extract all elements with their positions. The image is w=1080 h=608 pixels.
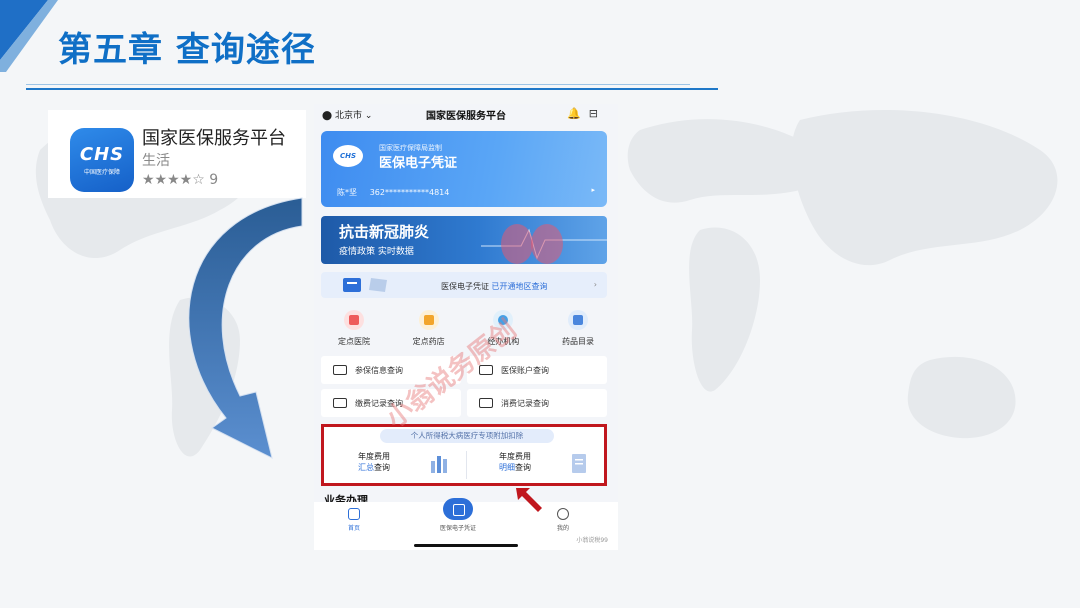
quick-link-label: 药品目录 xyxy=(561,337,594,346)
covid-banner[interactable]: 抗击新冠肺炎 疫情政策 实时数据 xyxy=(321,216,607,264)
home-icon xyxy=(348,508,360,520)
quick-link-hospital[interactable]: 定点医院 xyxy=(321,310,387,350)
card-holder-name: 陈*坚 xyxy=(337,188,357,197)
tax-item-rest: 查询 xyxy=(515,463,531,472)
quick-link-label: 定点药店 xyxy=(412,337,445,346)
red-pointer-arrow xyxy=(516,488,542,512)
tax-item-line2: 明细查询 xyxy=(499,462,531,473)
app-rating: ★★★★☆ 9 xyxy=(142,172,219,188)
notice-prefix: 医保电子凭证 xyxy=(441,282,489,291)
detail-document-icon xyxy=(572,454,586,473)
tab-label: 首页 xyxy=(348,525,361,532)
home-indicator xyxy=(414,544,518,547)
card-play-icon: ▸ xyxy=(591,186,595,194)
summary-chart-icon xyxy=(431,456,447,473)
app-icon-logo: CHS xyxy=(79,144,125,165)
annual-detail-query[interactable]: 年度费用 明细查询 xyxy=(499,451,531,473)
chevron-right-icon: › xyxy=(593,280,597,289)
tax-deduction-tag: 个人所得税大病医疗专项附加扣除 xyxy=(380,429,554,443)
card-holder: 陈*坚 362***********4814 xyxy=(337,187,449,198)
tab-label: 我的 xyxy=(557,525,570,532)
qr-code-icon xyxy=(443,498,473,520)
tax-item-line1: 年度费用 xyxy=(358,452,390,461)
phone-screenshot: ⬤ 北京市 ⌄ 国家医保服务平台 🔔⊟ CHS 国家医疗保障局监制 医保电子凭证… xyxy=(314,104,618,550)
tab-mine[interactable]: 我的 xyxy=(557,508,569,532)
phone-header: ⬤ 北京市 ⌄ 国家医保服务平台 🔔⊟ xyxy=(314,104,618,126)
pharmacy-icon xyxy=(418,310,439,330)
service-label: 消费记录查询 xyxy=(501,398,549,408)
card-number: 362***********4814 xyxy=(369,188,450,197)
tax-divider xyxy=(466,451,467,479)
tab-home[interactable]: 首页 xyxy=(348,508,360,532)
hospital-icon xyxy=(344,310,364,330)
tax-item-line1: 年度费用 xyxy=(499,452,531,461)
app-store-card: CHS 中国医疗保障 国家医保服务平台 生活 ★★★★☆ 9 xyxy=(48,110,306,198)
user-icon xyxy=(557,508,569,520)
drug-list-icon xyxy=(567,310,588,330)
service-label: 医保账户查询 xyxy=(501,365,549,375)
title-underline-light xyxy=(26,84,690,85)
tax-item-line2: 汇总查询 xyxy=(358,462,390,473)
app-name: 国家医保服务平台 xyxy=(142,128,286,149)
annual-summary-query[interactable]: 年度费用 汇总查询 xyxy=(358,451,390,473)
tax-item-highlight: 明细 xyxy=(499,463,515,472)
quick-link-drug-list[interactable]: 药品目录 xyxy=(545,310,611,350)
notice-bar[interactable]: 医保电子凭证 已开通地区查询 › xyxy=(321,272,607,298)
quick-link-label: 定点医院 xyxy=(338,337,370,346)
chs-app-icon: CHS 中国医疗保障 xyxy=(70,128,134,192)
banner-title: 抗击新冠肺炎 xyxy=(339,223,430,241)
insurance-card[interactable]: CHS 国家医疗保障局监制 医保电子凭证 陈*坚 362***********4… xyxy=(321,131,607,207)
app-category: 生活 xyxy=(142,153,170,169)
corner-decoration xyxy=(0,0,58,72)
quick-link-pharmacy[interactable]: 定点药店 xyxy=(396,310,462,350)
notice-link[interactable]: 已开通地区查询 xyxy=(492,282,548,291)
id-card-icon xyxy=(333,365,347,375)
bell-icon[interactable]: 🔔 xyxy=(567,107,589,120)
card-name: 医保电子凭证 xyxy=(379,156,458,171)
app-icon-subtitle: 中国医疗保障 xyxy=(83,169,120,176)
tax-item-highlight: 汇总 xyxy=(358,463,374,472)
slide-title: 第五章 查询途径 xyxy=(58,30,316,70)
card-illustration-icon xyxy=(343,278,387,292)
tab-e-voucher[interactable]: 医保电子凭证 xyxy=(440,498,477,532)
lungs-illustration xyxy=(481,224,607,264)
bottom-tab-bar: 首页 医保电子凭证 我的 xyxy=(314,498,618,550)
notice-text: 医保电子凭证 已开通地区查询 xyxy=(441,281,548,292)
service-spending-records[interactable]: 消费记录查询 xyxy=(467,389,607,417)
tax-deduction-section: 个人所得税大病医疗专项附加扣除 年度费用 汇总查询 年度费用 明细查询 xyxy=(321,424,607,486)
title-underline xyxy=(26,88,718,90)
scan-icon[interactable]: ⊟ xyxy=(589,107,606,120)
service-label: 参保信息查询 xyxy=(355,365,403,375)
tax-item-rest: 查询 xyxy=(374,463,390,472)
service-row: 缴费记录查询 消费记录查询 xyxy=(321,389,607,417)
curved-arrow xyxy=(188,197,303,459)
tab-label: 医保电子凭证 xyxy=(440,525,477,532)
chs-badge: CHS xyxy=(333,145,363,167)
records-icon xyxy=(479,398,493,408)
footer-watermark: 小翁说税99 xyxy=(576,537,608,544)
payment-icon xyxy=(333,398,347,408)
banner-subtitle: 疫情政策 实时数据 xyxy=(339,247,414,257)
header-actions: 🔔⊟ xyxy=(567,107,606,120)
